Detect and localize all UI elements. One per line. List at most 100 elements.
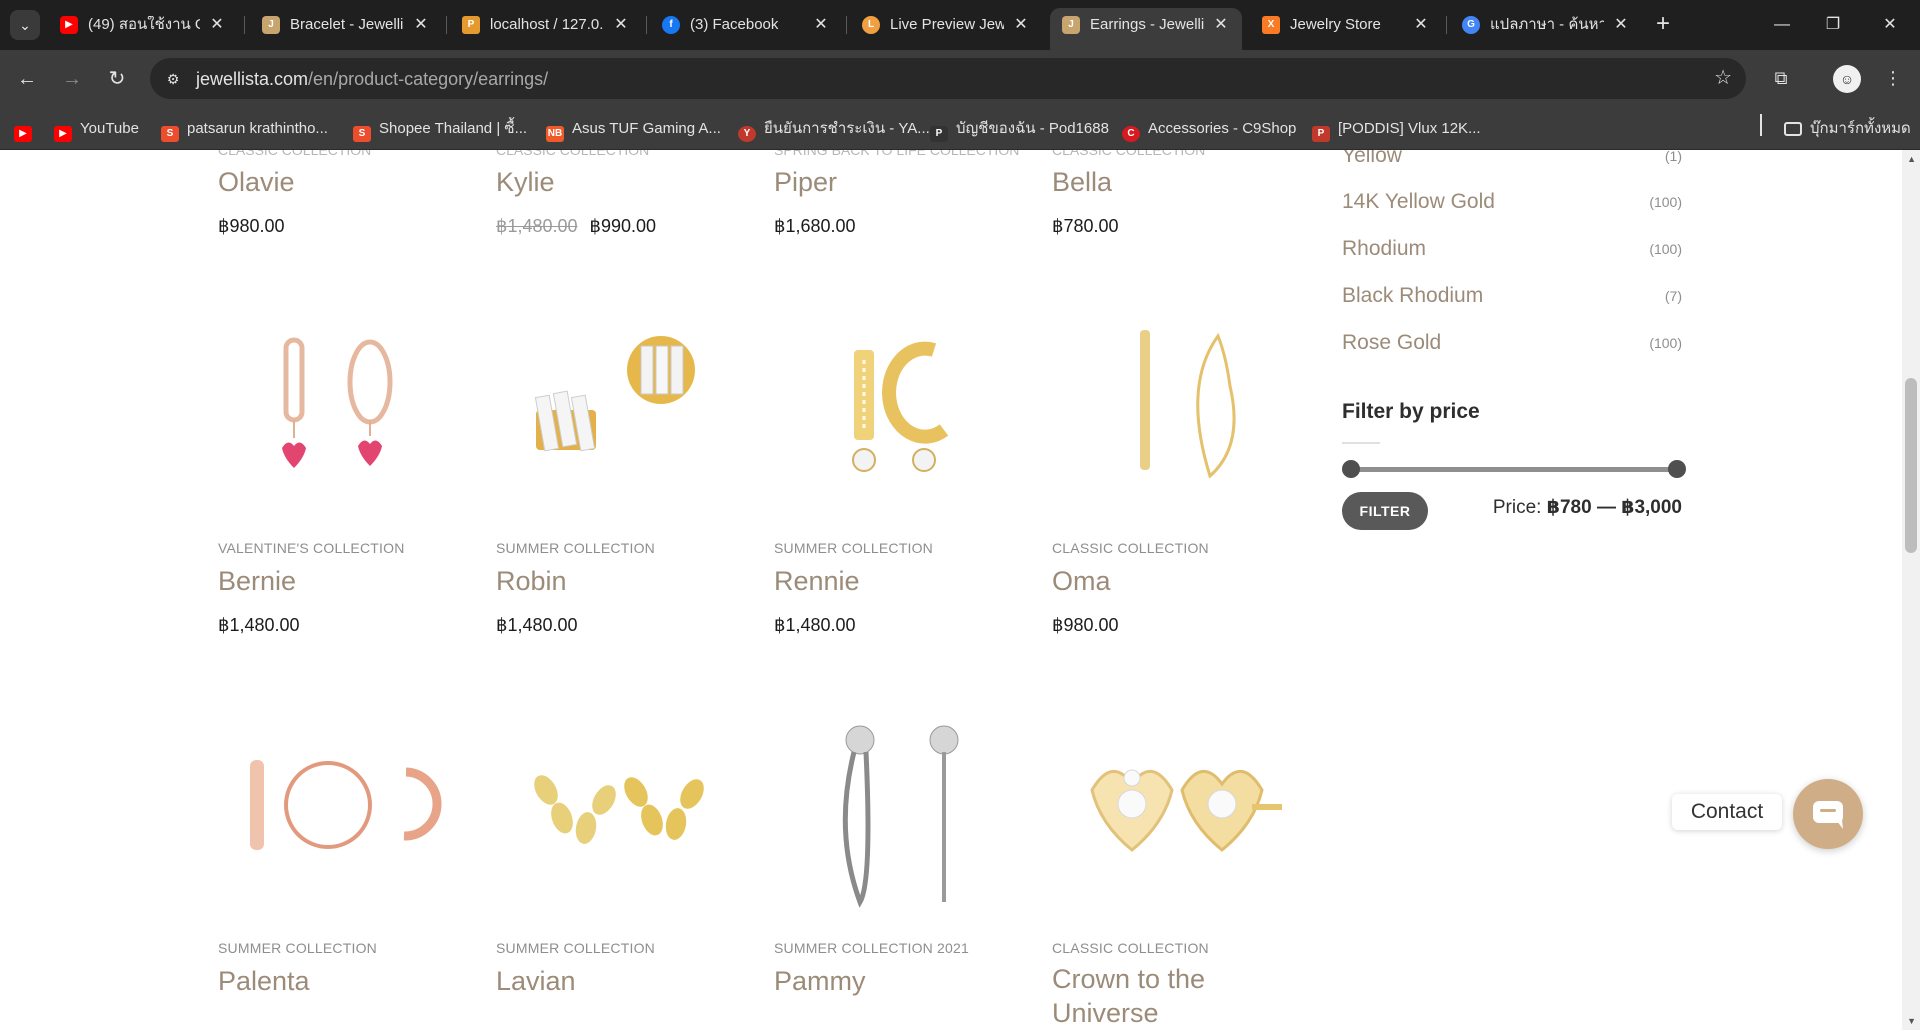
scrollbar-thumb[interactable] [1905,378,1917,553]
attribute-filter-rhodium[interactable]: Rhodium (100) [1342,237,1682,267]
bookmark-youtube[interactable]: ▶ YouTube [54,119,139,142]
filter-button[interactable]: FILTER [1342,492,1428,530]
product-name-palenta[interactable]: Palenta [218,964,310,998]
product-name-pammy[interactable]: Pammy [774,964,866,998]
tab-search-chevron-icon[interactable]: ⌄ [10,10,40,40]
scroll-up-arrow-icon[interactable]: ▲ [1907,154,1916,164]
restore-window-icon[interactable]: ❐ [1813,10,1853,40]
bookmarks-bar: ▶ ▶ YouTube Spatsarun krathintho... S Shop… [0,107,1920,150]
close-tab-icon[interactable]: ✕ [1010,14,1032,36]
scroll-down-arrow-icon[interactable]: ▼ [1907,1016,1916,1026]
product-price: ฿1,480.00 [774,615,856,635]
extensions-puzzle-icon[interactable]: ⧉ [1766,63,1796,93]
live-preview-icon: L [862,16,880,34]
more-menu-icon[interactable]: ⋮ [1878,63,1908,93]
tab-earrings-active[interactable]: J Earrings - Jewellista ✕ [1050,8,1242,50]
page-viewport: CLASSIC COLLECTION CLASSIC COLLECTION SP… [0,150,1920,1030]
product-price: ฿780.00 [1052,216,1119,236]
close-tab-icon[interactable]: ✕ [1610,14,1632,36]
product-name-lavian[interactable]: Lavian [496,964,576,998]
profile-avatar[interactable]: ☺ [1833,65,1861,93]
price-slider-max-handle[interactable] [1668,460,1686,478]
bookmark-label: patsarun krathintho... [187,120,328,137]
close-tab-icon[interactable]: ✕ [206,14,228,36]
tab-title: Bracelet - Jewellista [290,16,404,33]
reload-icon[interactable]: ↻ [102,64,132,94]
close-tab-icon[interactable]: ✕ [610,14,632,36]
product-name-crown-to-the-universe[interactable]: Crown to the Universe Collection [1052,962,1282,1030]
bookmark-c9shop[interactable]: C Accessories - C9Shop [1122,119,1296,142]
product-collection: SPRING BACK TO LIFE COLLECTION [774,150,1020,158]
product-name-bella[interactable]: Bella [1052,165,1112,199]
close-tab-icon[interactable]: ✕ [410,14,432,36]
contact-label[interactable]: Contact [1672,794,1782,830]
tab-title: (49) สอนใช้งาน Git [88,16,200,33]
new-tab-icon[interactable]: + [1650,12,1676,38]
product-image-lavian[interactable] [496,710,736,970]
tab-live-preview[interactable]: L Live Preview Jewellery ✕ [850,8,1042,42]
bookmark-poddis[interactable]: P [PODDIS] Vlux 12K... [1312,119,1481,142]
product-image-pammy[interactable] [774,710,1014,970]
heart-crown-stud-earrings [1090,769,1282,852]
bookmark-star-icon[interactable]: ☆ [1714,67,1732,89]
product-name-olavie[interactable]: Olavie [218,165,295,199]
product-collection: SUMMER COLLECTION [774,540,933,556]
product-name-rennie[interactable]: Rennie [774,564,860,598]
tab-bracelet[interactable]: J Bracelet - Jewellista ✕ [250,8,442,42]
product-image-bernie[interactable] [218,310,458,570]
silver-flower-hoop-earrings [842,725,959,908]
product-name-kylie[interactable]: Kylie [496,165,555,199]
nb-icon: NB [546,126,564,142]
product-name-robin[interactable]: Robin [496,564,567,598]
tab-separator [846,16,847,34]
product-image-rennie[interactable] [774,310,1014,570]
attribute-filter-rose-gold[interactable]: Rose Gold (100) [1342,331,1682,361]
attribute-name: 14K Yellow Gold [1342,190,1495,213]
tab-separator [244,16,245,34]
bookmark-ya-payment[interactable]: Y ยืนยันการชำระเงิน - YA... [738,119,930,142]
tab-youtube[interactable]: ▶ (49) สอนใช้งาน Git ✕ [48,8,238,42]
page-scrollbar[interactable]: ▲ ▼ [1902,150,1920,1030]
poddis-icon: P [1312,126,1330,142]
product-image-robin[interactable] [496,310,736,570]
product-collection: CLASSIC COLLECTION [1052,540,1209,556]
product-name-piper[interactable]: Piper [774,165,837,199]
attribute-filter-black-rhodium[interactable]: Black Rhodium (7) [1342,284,1682,314]
forward-arrow-icon[interactable]: → [57,64,87,94]
tab-google-translate[interactable]: G แปลภาษา - ค้นหาด้วย Google ✕ [1450,8,1642,42]
address-bar[interactable]: ⚙ jewellista.com/en/product-category/ear… [150,58,1746,99]
close-tab-icon[interactable]: ✕ [1210,14,1232,36]
youtube-icon: ▶ [60,16,78,34]
product-image-crown-to-the-universe[interactable] [1052,710,1292,970]
product-sale-price: ฿990.00 [589,216,657,236]
bookmark-youtube-icon-only[interactable]: ▶ [14,119,40,142]
product-name-oma[interactable]: Oma [1052,564,1111,598]
tab-jewelry-store[interactable]: X Jewelry Store ✕ [1250,8,1442,42]
close-tab-icon[interactable]: ✕ [1410,14,1432,36]
all-bookmarks-folder[interactable]: บุ๊กมาร์กทั้งหมด [1784,119,1911,139]
back-arrow-icon[interactable]: ← [12,64,42,94]
bookmark-patsarun[interactable]: Spatsarun krathintho... [161,119,328,142]
product-image-oma[interactable] [1052,310,1292,570]
product-name-bernie[interactable]: Bernie [218,564,296,598]
close-tab-icon[interactable]: ✕ [810,14,832,36]
price-slider-track[interactable] [1351,467,1677,472]
url-text[interactable]: jewellista.com/en/product-category/earri… [196,69,548,90]
bookmark-asus[interactable]: NB Asus TUF Gaming A... [546,119,721,142]
folder-icon [1784,122,1802,136]
minimize-window-icon[interactable]: — [1762,10,1802,40]
attribute-filter-yellow[interactable]: Yellow (1) [1342,150,1682,174]
product-old-price: ฿1,480.00 [496,216,578,236]
bookmark-pod1688[interactable]: P บัญชีของฉัน - Pod1688 [930,119,1109,142]
bookmark-shopee[interactable]: S Shopee Thailand | ซื้... [353,119,527,142]
contact-chat-button[interactable] [1793,779,1863,849]
attribute-filter-14k-yellow-gold[interactable]: 14K Yellow Gold (100) [1342,190,1682,220]
product-image-palenta[interactable] [218,710,458,970]
product-price-group: ฿1,480.00 ฿990.00 [496,216,656,237]
tab-facebook[interactable]: f (3) Facebook ✕ [650,8,842,42]
price-slider-min-handle[interactable] [1342,460,1360,478]
tab-localhost[interactable]: P localhost / 127.0.0.1 ✕ [450,8,642,42]
product-collection: CLASSIC COLLECTION [218,150,372,158]
close-window-icon[interactable]: ✕ [1870,10,1910,40]
site-settings-icon[interactable]: ⚙ [162,68,184,90]
